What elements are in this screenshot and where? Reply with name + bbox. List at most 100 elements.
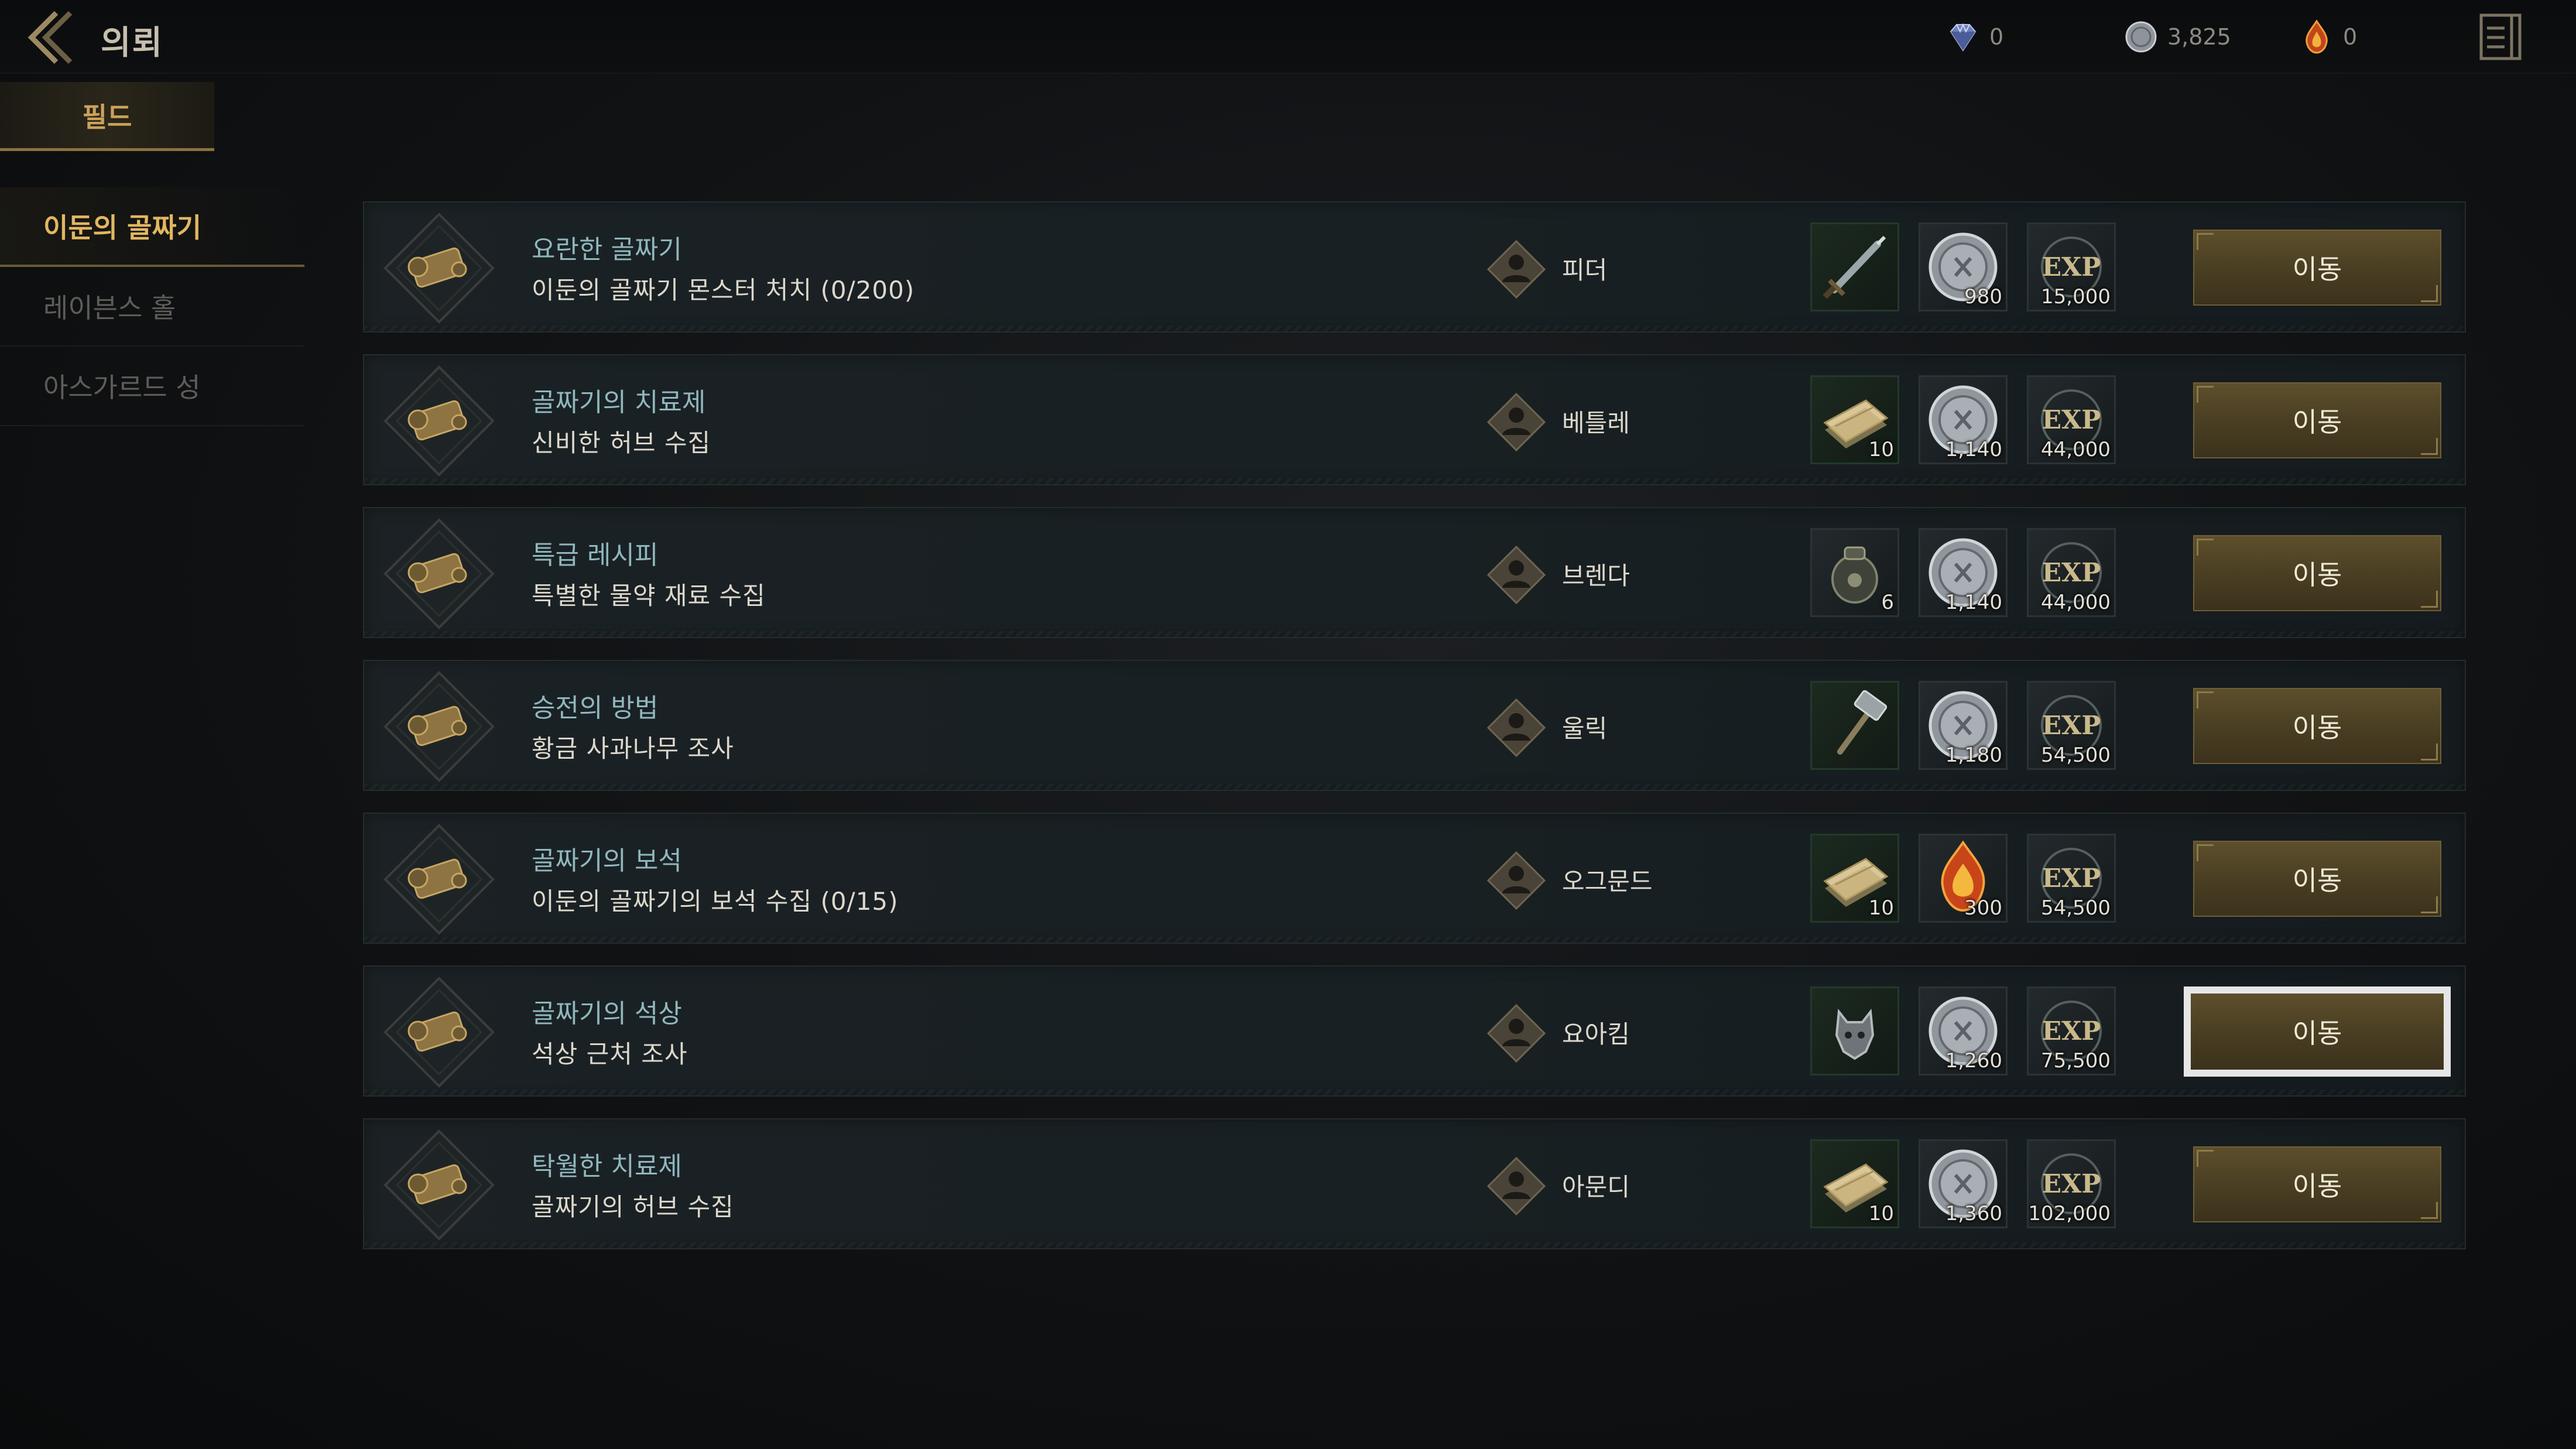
reward-count: 54,500 [2041, 896, 2111, 920]
diamond-icon [1950, 23, 1976, 52]
npc-person-icon [1486, 698, 1546, 758]
reward-count: 15,000 [2041, 285, 2111, 309]
reward-slot[interactable]: EXP 75,500 [2027, 986, 2116, 1075]
reward-slot[interactable]: 6 [1810, 528, 1899, 617]
reward-slot[interactable]: EXP 54,500 [2027, 681, 2116, 770]
double-chevron-left-icon [28, 11, 73, 64]
svg-text:EXP: EXP [2042, 711, 2101, 741]
quest-row-4: 승전의 방법 황금 사과나무 조사 울릭 1,180 EXP 54,500 이동 [363, 660, 2466, 791]
npc-name: 피더 [1562, 256, 1608, 285]
npc-person-icon [1486, 239, 1546, 299]
quest-row-6: 골짜기의 석상 석상 근처 조사 요아킴 1,260 EXP 75,500 이동 [363, 965, 2466, 1097]
flame-gem-icon [2306, 19, 2328, 54]
sword-icon [1823, 235, 1886, 299]
quest-list: 요란한 골짜기 이둔의 골짜기 몬스터 처치 (0/200) 피더 980 EX… [363, 201, 2466, 1271]
flame-count: 0 [2343, 24, 2358, 50]
move-button[interactable]: 이동 [2193, 1146, 2441, 1222]
reward-count: 102,000 [2028, 1202, 2111, 1225]
reward-slot[interactable]: 300 [1919, 834, 2008, 923]
reward-slot[interactable]: EXP 102,000 [2027, 1139, 2116, 1228]
reward-count: 10 [1868, 1202, 1894, 1225]
menu-button[interactable] [2474, 11, 2527, 63]
npc-person-icon [1486, 1156, 1546, 1216]
tab-field[interactable]: 필드 [0, 82, 214, 151]
npc-name: 아문디 [1562, 1173, 1630, 1201]
quest-description: 황금 사과나무 조사 [532, 734, 734, 763]
quest-row-5: 골짜기의 보석 이둔의 골짜기의 보석 수집 (0/15) 오그문드 10 30… [363, 813, 2466, 944]
move-button[interactable]: 이동 [2184, 986, 2451, 1077]
quest-row-1: 요란한 골짜기 이둔의 골짜기 몬스터 처치 (0/200) 피더 980 EX… [363, 201, 2466, 333]
quest-description: 특별한 물약 재료 수집 [532, 581, 766, 610]
reward-count: 10 [1868, 896, 1894, 920]
quest-scroll-icon [383, 518, 495, 629]
currency-flame: 0 [2298, 18, 2357, 56]
npc-name: 요아킴 [1562, 1020, 1630, 1049]
reward-count: 44,000 [2041, 438, 2111, 461]
reward-slot[interactable]: 10 [1810, 1139, 1899, 1228]
npc-name: 베틀레 [1562, 409, 1630, 437]
quest-title: 특급 레시피 [532, 540, 659, 570]
page-title: 의뢰 [101, 24, 164, 62]
reward-slot[interactable]: 1,360 [1919, 1139, 2008, 1228]
currency-silver: 3,825 [2123, 18, 2231, 56]
reward-slot[interactable]: 980 [1919, 222, 2008, 311]
reward-slot[interactable] [1810, 986, 1899, 1075]
reward-slot[interactable]: EXP 15,000 [2027, 222, 2116, 311]
npc-name: 브렌다 [1562, 561, 1630, 590]
region-item-idun-valley[interactable]: 이둔의 골짜기 [0, 187, 304, 267]
reward-slot[interactable]: 10 [1810, 834, 1899, 923]
currency-diamond: 0 [1945, 18, 2003, 56]
top-bar: 의뢰 0 3,825 0 [0, 0, 2576, 74]
reward-count: 980 [1964, 285, 2002, 309]
svg-text:EXP: EXP [2042, 1169, 2101, 1199]
exit-panel-icon [2479, 13, 2522, 60]
quest-scroll-icon [383, 671, 495, 782]
silver-coin-icon [2125, 21, 2157, 53]
reward-slot[interactable]: 1,180 [1919, 681, 2008, 770]
silver-count: 3,825 [2167, 24, 2231, 50]
reward-count: 75,500 [2041, 1049, 2111, 1073]
quest-description: 이둔의 골짜기 몬스터 처치 (0/200) [532, 276, 915, 304]
reward-count: 54,500 [2041, 744, 2111, 767]
npc-name: 울릭 [1562, 714, 1608, 743]
move-button[interactable]: 이동 [2193, 535, 2441, 611]
reward-slot[interactable]: 1,140 [1919, 375, 2008, 464]
quest-scroll-icon [383, 365, 495, 477]
back-button[interactable] [20, 8, 84, 67]
quest-description: 석상 근처 조사 [532, 1040, 688, 1068]
quest-scroll-icon [383, 213, 495, 324]
quest-row-2: 골짜기의 치료제 신비한 허브 수집 베틀레 10 1,140 EXP 44,00… [363, 354, 2466, 485]
reward-slot[interactable]: 1,140 [1919, 528, 2008, 617]
reward-count: 300 [1964, 896, 2002, 920]
npc-person-icon [1486, 392, 1546, 452]
quest-title: 골짜기의 보석 [532, 846, 682, 876]
npc-person-icon [1486, 1003, 1546, 1063]
npc-person-icon [1486, 545, 1546, 605]
reward-slot[interactable]: EXP 44,000 [2027, 528, 2116, 617]
reward-slot[interactable]: EXP 44,000 [2027, 375, 2116, 464]
npc-name: 오그문드 [1562, 867, 1653, 896]
diamond-count: 0 [1989, 24, 2004, 50]
move-button[interactable]: 이동 [2193, 229, 2441, 306]
reward-slot[interactable]: EXP 54,500 [2027, 834, 2116, 923]
svg-text:EXP: EXP [2042, 1016, 2101, 1046]
quest-description: 이둔의 골짜기의 보석 수집 (0/15) [532, 887, 899, 916]
reward-count: 10 [1868, 438, 1894, 461]
quest-scroll-icon [383, 977, 495, 1088]
move-button[interactable]: 이동 [2193, 688, 2441, 764]
reward-slot[interactable] [1810, 681, 1899, 770]
quest-description: 골짜기의 허브 수집 [532, 1193, 734, 1221]
move-button[interactable]: 이동 [2193, 382, 2441, 458]
reward-slot[interactable] [1810, 222, 1899, 311]
region-list: 이둔의 골짜기 레이븐스 홀 아스가르드 성 [0, 187, 304, 426]
reward-count: 1,180 [1945, 744, 2002, 767]
reward-count: 1,140 [1945, 591, 2002, 614]
region-item-asgard-castle[interactable]: 아스가르드 성 [0, 347, 304, 426]
reward-slot[interactable]: 1,260 [1919, 986, 2008, 1075]
quest-row-7: 탁월한 치료제 골짜기의 허브 수집 아문디 10 1,360 EXP 102,0… [363, 1118, 2466, 1249]
move-button[interactable]: 이동 [2193, 841, 2441, 917]
reward-slot[interactable]: 10 [1810, 375, 1899, 464]
region-item-ravens-hall[interactable]: 레이븐스 홀 [0, 267, 304, 347]
quest-scroll-icon [383, 1129, 495, 1241]
quest-title: 승전의 방법 [532, 693, 659, 723]
